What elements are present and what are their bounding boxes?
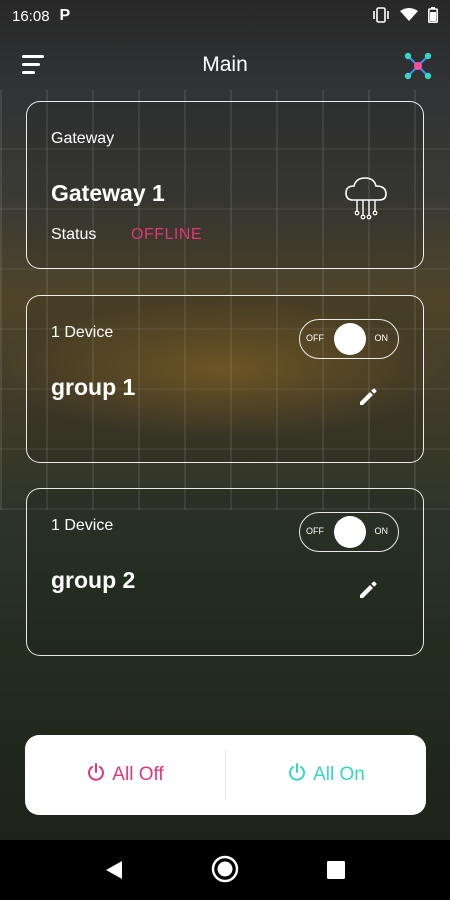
bulk-action-bar: All Off All On bbox=[25, 735, 426, 815]
edit-icon[interactable] bbox=[357, 579, 379, 601]
toggle-on-label: ON bbox=[374, 526, 389, 536]
group-power-toggle[interactable]: OFF ON bbox=[299, 319, 399, 359]
system-nav-bar bbox=[0, 840, 450, 900]
wifi-icon bbox=[400, 7, 418, 25]
power-icon bbox=[287, 762, 307, 788]
toggle-knob[interactable] bbox=[334, 516, 366, 548]
gateway-label: Gateway bbox=[51, 130, 115, 147]
toggle-on-label: ON bbox=[374, 333, 389, 343]
back-icon[interactable] bbox=[102, 858, 126, 882]
all-on-button[interactable]: All On bbox=[226, 735, 426, 815]
battery-icon bbox=[428, 6, 438, 26]
gateway-status-label: Status bbox=[51, 226, 97, 243]
all-off-button[interactable]: All Off bbox=[25, 735, 225, 815]
device-count: 1 Device bbox=[51, 517, 114, 534]
status-bar: 16:08 P bbox=[0, 0, 450, 32]
toggle-off-label: OFF bbox=[306, 526, 324, 536]
p-icon: P bbox=[59, 7, 71, 24]
group-name: group 2 bbox=[51, 567, 136, 593]
all-off-label: All Off bbox=[112, 764, 164, 785]
device-count: 1 Device bbox=[51, 324, 114, 341]
toggle-off-label: OFF bbox=[306, 333, 324, 343]
all-on-label: All On bbox=[313, 764, 365, 785]
group-name: group 1 bbox=[51, 374, 136, 400]
network-icon[interactable] bbox=[402, 50, 434, 82]
page-title: Main bbox=[202, 53, 248, 76]
vibrate-icon bbox=[372, 6, 390, 26]
home-icon[interactable] bbox=[211, 855, 239, 883]
recent-apps-icon[interactable] bbox=[326, 860, 346, 880]
gateway-status-value: OFFLINE bbox=[131, 226, 203, 243]
group-card[interactable]: 1 Device group 1 OFF ON bbox=[26, 295, 424, 463]
toggle-knob[interactable] bbox=[334, 323, 366, 355]
group-power-toggle[interactable]: OFF ON bbox=[299, 512, 399, 552]
menu-icon[interactable] bbox=[22, 54, 48, 76]
app-bar: Main bbox=[0, 40, 450, 90]
gateway-card[interactable]: Gateway Gateway 1 Status OFFLINE bbox=[26, 101, 424, 269]
gateway-name: Gateway 1 bbox=[51, 180, 165, 206]
cloud-chip-icon bbox=[343, 174, 389, 220]
edit-icon[interactable] bbox=[357, 386, 379, 408]
power-icon bbox=[86, 762, 106, 788]
group-card[interactable]: 1 Device group 2 OFF ON bbox=[26, 488, 424, 656]
status-time: 16:08 bbox=[12, 7, 50, 25]
